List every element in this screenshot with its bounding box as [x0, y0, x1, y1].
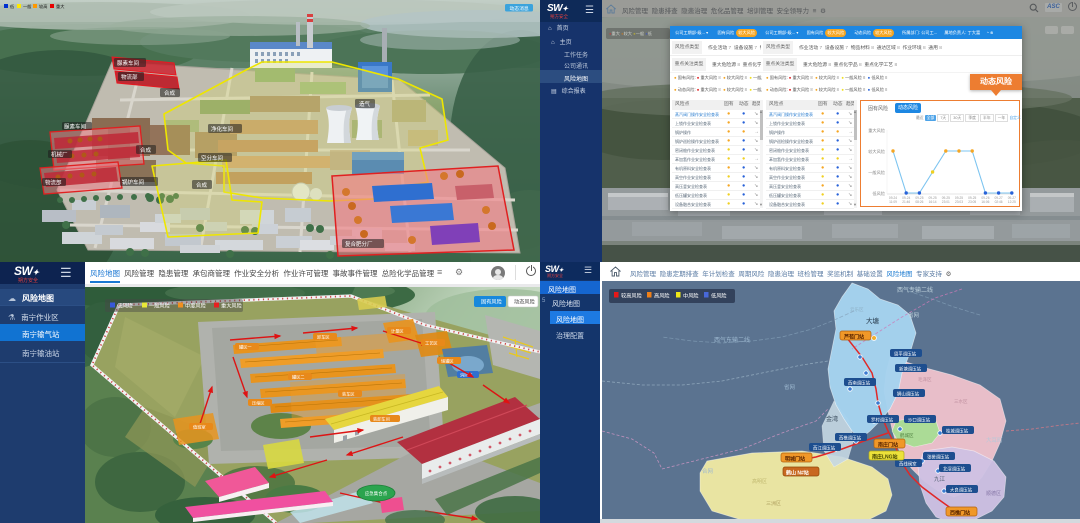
svg-text:西气专输二线: 西气专输二线	[897, 286, 933, 294]
svg-text:复合肥分厂: 复合肥分厂	[345, 240, 373, 248]
svg-text:北滘调压站: 北滘调压站	[943, 466, 966, 473]
svg-text:鹤山 N#站: 鹤山 N#站	[786, 470, 809, 477]
svg-text:16:06: 16:06	[981, 200, 989, 204]
svg-text:西线阀室: 西线阀室	[899, 461, 917, 468]
svg-text:罐区二: 罐区二	[292, 374, 305, 381]
svg-text:金湾: 金湾	[826, 415, 838, 423]
svg-text:高风险: 高风险	[654, 292, 670, 300]
svg-text:动态消息: 动态消息	[510, 5, 529, 12]
svg-text:较高: 较高	[39, 3, 47, 10]
svg-text:西江调压站: 西江调压站	[813, 445, 836, 452]
svg-text:鹤城区: 鹤城区	[900, 432, 914, 439]
svg-text:新塘调压站: 新塘调压站	[899, 366, 922, 373]
svg-text:大良调压站: 大良调压站	[950, 487, 973, 494]
svg-text:芦苞门站: 芦苞门站	[844, 334, 864, 341]
svg-text:低风险: 低风险	[117, 302, 133, 310]
svg-text:中风险: 中风险	[683, 292, 699, 300]
svg-text:23:05: 23:05	[968, 200, 976, 204]
svg-text:一般: 一般	[23, 3, 32, 10]
svg-text:空分车间: 空分车间	[201, 154, 223, 162]
svg-text:重大: 重大	[56, 3, 64, 10]
svg-text:高明区: 高明区	[752, 478, 767, 485]
svg-text:南庄门站: 南庄门站	[878, 442, 898, 449]
svg-text:值班室: 值班室	[193, 424, 206, 431]
svg-text:一般风险: 一般风险	[868, 169, 886, 176]
svg-text:张槎调压站: 张槎调压站	[927, 454, 950, 461]
svg-text:顺德区: 顺德区	[986, 490, 1001, 497]
svg-text:沙口调压站: 沙口调压站	[908, 417, 931, 424]
svg-text:锅炉车间: 锅炉车间	[122, 178, 144, 186]
svg-text:九江: 九江	[934, 475, 946, 483]
svg-text:西樵调压站: 西樵调压站	[839, 435, 862, 442]
svg-text:省网: 省网	[908, 311, 920, 319]
svg-text:21:46: 21:46	[902, 200, 910, 204]
svg-text:11:09: 11:09	[889, 200, 897, 204]
svg-text:桂城调压站: 桂城调压站	[946, 428, 969, 435]
svg-text:脲素车间: 脲素车间	[64, 123, 86, 131]
svg-text:装车区: 装车区	[342, 391, 355, 398]
svg-text:大塘: 大塘	[866, 316, 880, 325]
svg-text:净化车间: 净化车间	[211, 125, 233, 133]
svg-text:罗村调压站: 罗村调压站	[871, 417, 894, 424]
svg-text:重大风险: 重大风险	[868, 127, 886, 134]
svg-text:一般风险: 一般风险	[149, 302, 171, 310]
svg-text:23:01: 23:01	[942, 200, 950, 204]
svg-text:卸车区: 卸车区	[317, 334, 330, 341]
svg-text:低风险: 低风险	[711, 292, 727, 300]
svg-text:合成: 合成	[164, 89, 176, 97]
svg-text:狮山调压站: 狮山调压站	[897, 391, 920, 398]
svg-text:西气东输二线: 西气东输二线	[714, 336, 750, 344]
svg-text:物流部: 物流部	[45, 179, 62, 187]
svg-text:省网: 省网	[784, 383, 796, 391]
svg-text:恩平调压站: 恩平调压站	[894, 351, 917, 358]
svg-text:应急集合点: 应急集合点	[365, 490, 388, 497]
svg-text:三水区: 三水区	[954, 398, 968, 404]
svg-text:压缩区: 压缩区	[252, 400, 265, 407]
svg-text:罐区一: 罐区一	[239, 344, 252, 351]
svg-text:固有风险: 固有风险	[481, 298, 503, 306]
svg-text:储罐区: 储罐区	[441, 358, 454, 365]
svg-text:12:25: 12:25	[1008, 200, 1016, 204]
svg-text:明城门站: 明城门站	[785, 456, 805, 463]
svg-text:较高风险: 较高风险	[621, 292, 643, 300]
svg-text:毛泽区: 毛泽区	[918, 376, 932, 383]
svg-text:西南调压站: 西南调压站	[848, 380, 871, 387]
svg-text:08:26: 08:26	[915, 200, 923, 204]
svg-text:云乐区: 云乐区	[850, 306, 864, 313]
svg-text:物流部: 物流部	[121, 73, 138, 81]
svg-text:南庄LNG站: 南庄LNG站	[872, 454, 898, 461]
svg-text:造气: 造气	[359, 100, 371, 108]
svg-text:机械厂: 机械厂	[51, 151, 68, 159]
svg-text:计量区: 计量区	[391, 328, 404, 335]
svg-text:合网: 合网	[702, 467, 714, 475]
svg-text:较大风险: 较大风险	[868, 148, 886, 155]
svg-text:三洲区: 三洲区	[766, 501, 781, 507]
svg-text:02:46: 02:46	[995, 200, 1003, 204]
svg-text:16:14: 16:14	[929, 200, 937, 204]
svg-text:装卸车间: 装卸车间	[373, 416, 390, 423]
svg-text:中度风险: 中度风险	[185, 302, 207, 310]
svg-text:西樵门站: 西樵门站	[950, 510, 970, 517]
svg-text:工艺区: 工艺区	[425, 341, 438, 346]
svg-text:脲素车间: 脲素车间	[117, 59, 139, 67]
svg-text:合成: 合成	[196, 181, 208, 189]
svg-text:大耳町: 大耳町	[986, 436, 1003, 444]
svg-text:合成: 合成	[140, 146, 152, 154]
svg-text:动态风险: 动态风险	[514, 298, 536, 306]
svg-text:低风险: 低风险	[872, 190, 885, 197]
svg-text:重大风险: 重大风险	[221, 302, 243, 310]
svg-text:23:03: 23:03	[955, 200, 963, 204]
